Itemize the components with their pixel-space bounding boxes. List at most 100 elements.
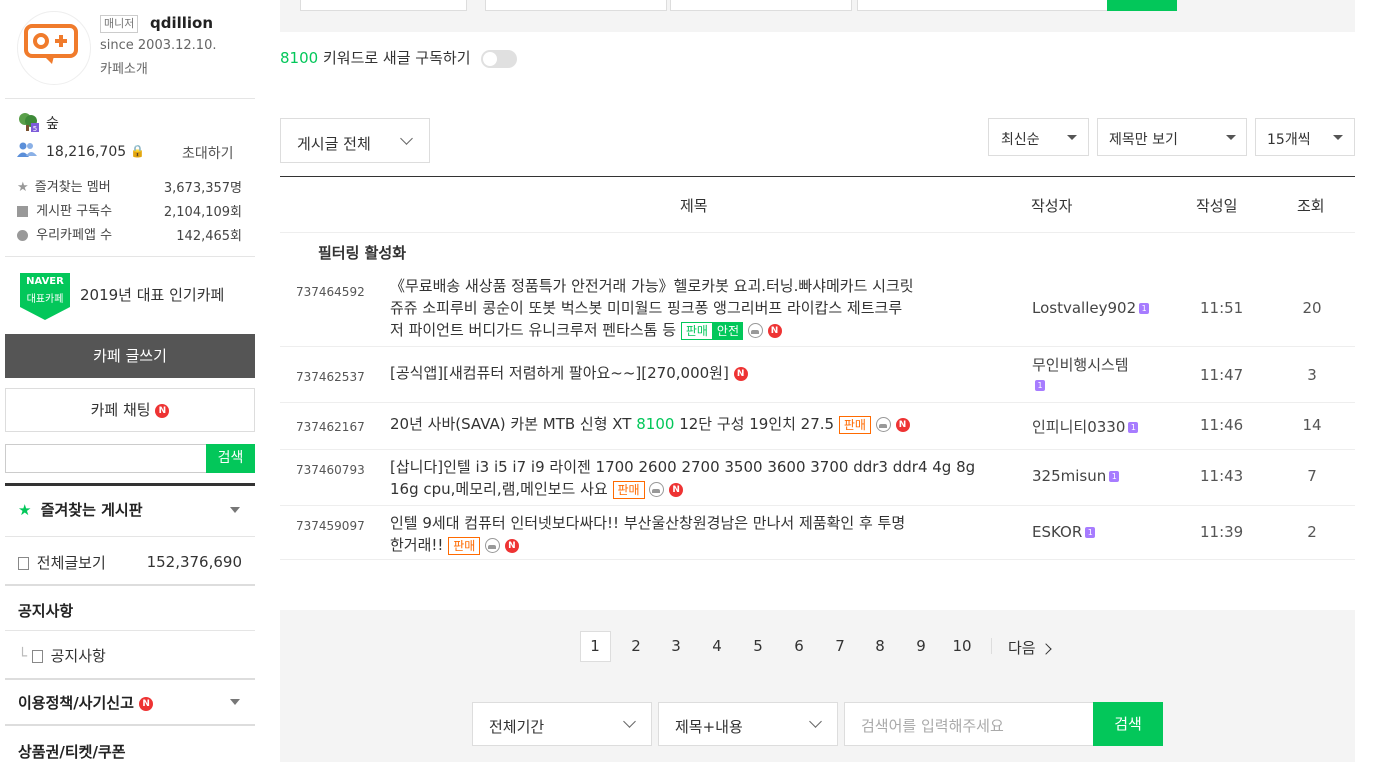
notice-board-link[interactable]: └ 공지사항 (18, 645, 106, 666)
page-link[interactable]: 4 (702, 637, 732, 655)
lock-icon: 🔒 (130, 144, 145, 158)
writer-link[interactable]: 인피니티0330 1 (1032, 416, 1139, 437)
article-number: 737462537 (296, 370, 365, 384)
top-filter-field[interactable] (670, 0, 852, 11)
writer-link[interactable]: 325misun 1 (1032, 467, 1120, 485)
article-title-link[interactable]: [삽니다]인텔 i3 i5 i7 i9 라이젠 1700 2600 2700 3… (390, 456, 1005, 500)
chevron-down-icon (400, 132, 413, 145)
invite-link[interactable]: 초대하기 (182, 143, 234, 163)
caret-down-icon[interactable] (230, 507, 240, 513)
new-badge: N (669, 482, 684, 497)
divider (5, 483, 255, 486)
page-link[interactable]: 10 (947, 637, 977, 655)
stat-favorite-members: ★ 즐겨찾는 멤버 (17, 180, 111, 195)
chevron-down-icon (809, 715, 822, 728)
sell-tag: 판매 (448, 536, 481, 555)
header-divider (280, 232, 1355, 233)
cafe-level-name: 숲 (46, 116, 59, 132)
board-filter-select[interactable]: 게시글 전체 (280, 118, 430, 163)
page-link[interactable]: 5 (743, 637, 773, 655)
page-size-select[interactable]: 15개씩 (1255, 118, 1355, 156)
sell-tag: 판매 (612, 480, 645, 499)
writer-link[interactable]: 무인비행시스템 (1032, 354, 1129, 375)
voucher-section-header[interactable]: 상품권/티켓/쿠폰 (18, 741, 126, 762)
favorite-boards-header[interactable]: ★ 즐겨찾는 게시판 (18, 499, 143, 520)
sell-tag: 판매 (838, 415, 871, 434)
naver-award-badge: NAVER 대표카페 (20, 273, 70, 320)
article-number: 737462167 (296, 420, 365, 434)
member-level-icon: 1 (1035, 380, 1045, 391)
member-count: 18,216,705 (46, 144, 127, 160)
view-mode-select[interactable]: 제목만 보기 (1097, 118, 1247, 156)
writer-link[interactable]: Lostvalley902 1 (1032, 299, 1150, 317)
chat-plus-icon (24, 24, 78, 64)
page-link[interactable]: 2 (621, 637, 651, 655)
period-select[interactable]: 전체기간 (472, 702, 652, 746)
bottom-search-button[interactable]: 검색 (1093, 702, 1163, 746)
cafe-since: since 2003.12.10. (100, 38, 217, 53)
divider (5, 584, 255, 586)
award-text: 2019년 대표 인기카페 (80, 286, 225, 304)
article-title-link[interactable]: 《무료배송 새상품 정품특가 안전거래 가능》헬로카봇 요괴.터닝.빠샤메카드 … (390, 275, 1005, 341)
writer-link[interactable]: ESKOR 1 (1032, 523, 1096, 541)
stat-app-count: 우리카페앱 수 (17, 224, 112, 243)
stat-app-count-value: 142,465회 (176, 229, 242, 244)
page-link[interactable]: 3 (661, 637, 691, 655)
top-search-button[interactable] (1107, 0, 1177, 11)
image-attachment-icon (485, 538, 501, 553)
view-count: 3 (1307, 366, 1317, 384)
new-badge: N (767, 323, 782, 338)
article-title-link[interactable]: 인텔 9세대 컴퓨터 인터넷보다싸다!! 부산울산창원경남은 만나서 제품확인 … (390, 512, 1005, 556)
tree-level-icon: 5 (17, 111, 39, 133)
safe-tag: 안전 (712, 321, 744, 340)
image-attachment-icon (747, 323, 763, 338)
new-badge: N (155, 403, 170, 418)
rss-icon (17, 206, 28, 217)
caret-down-icon[interactable] (230, 699, 240, 705)
page-link[interactable]: 9 (906, 637, 936, 655)
sidebar-search-button[interactable]: 검색 (206, 444, 255, 473)
notice-section-header[interactable]: 공지사항 (18, 600, 73, 621)
top-filter-field[interactable] (300, 0, 467, 11)
search-placeholder: 검색어를 입력해주세요 (861, 717, 1004, 735)
bottom-search-input[interactable]: 검색어를 입력해주세요 (844, 702, 1094, 746)
page-link[interactable]: 8 (865, 637, 895, 655)
document-icon (31, 650, 43, 663)
top-filter-field[interactable] (485, 0, 667, 11)
member-level-icon: 1 (1085, 527, 1096, 538)
sort-select[interactable]: 최신순 (988, 118, 1089, 156)
document-icon (18, 557, 29, 570)
keyword-highlight: 8100 (636, 415, 675, 433)
article-number: 737459097 (296, 519, 365, 533)
page-link-current[interactable]: 1 (580, 637, 610, 655)
cafe-chat-button[interactable]: 카페 채팅 N (5, 388, 255, 432)
article-title-link[interactable]: [공식앱][새컴퓨터 저렴하게 팔아요~~][270,000원] N (390, 362, 1005, 384)
new-badge: N (895, 417, 910, 432)
keyword-subscribe-toggle[interactable] (481, 49, 518, 68)
members-icon (17, 142, 37, 158)
page-link[interactable]: 7 (825, 637, 855, 655)
cafe-logo[interactable] (17, 11, 91, 85)
header-date: 작성일 (1196, 197, 1238, 215)
post-date: 11:51 (1200, 299, 1244, 317)
all-posts-link[interactable]: 전체글보기 (18, 552, 106, 573)
search-scope-select[interactable]: 제목+내용 (658, 702, 838, 746)
next-page-link[interactable]: 다음 (1008, 637, 1053, 658)
app-icon (17, 230, 28, 241)
page-link[interactable]: 6 (784, 637, 814, 655)
sidebar: 매니저 qdillion since 2003.12.10. 카페소개 5 숲 … (0, 0, 260, 762)
divider (5, 98, 255, 99)
sidebar-search-input[interactable] (5, 444, 207, 473)
manager-name[interactable]: qdillion (150, 14, 213, 32)
article-title-link[interactable]: 20년 사바(SAVA) 카본 MTB 신형 XT 8100 12단 구성 19… (390, 413, 1005, 435)
policy-section-header[interactable]: 이용정책/사기신고 N (18, 692, 154, 713)
row-divider (280, 346, 1355, 347)
cafe-intro-link[interactable]: 카페소개 (100, 58, 148, 77)
header-views: 조회 (1297, 197, 1325, 215)
write-post-button[interactable]: 카페 글쓰기 (5, 334, 255, 378)
triangle-down-icon (1333, 135, 1343, 140)
triangle-down-icon (1067, 135, 1077, 140)
top-filter-field[interactable] (857, 0, 1109, 11)
sell-tag: 판매 (680, 321, 713, 340)
row-divider (280, 402, 1355, 403)
